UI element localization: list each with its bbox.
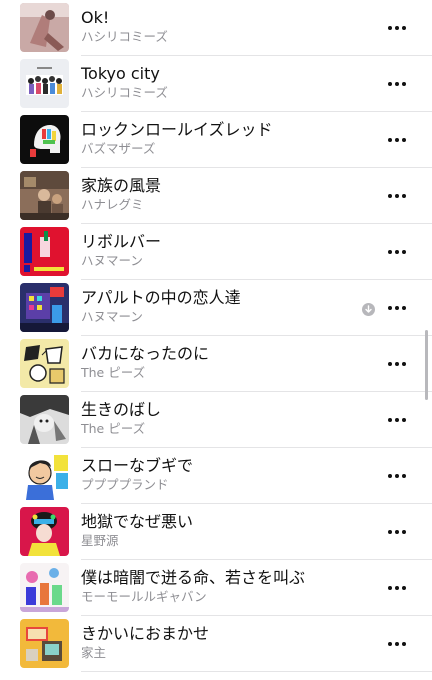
album-art [20, 507, 69, 556]
album-art [20, 171, 69, 220]
more-icon[interactable] [382, 408, 412, 432]
album-art [20, 227, 69, 276]
album-art [20, 395, 69, 444]
song-row[interactable]: きかいにおまかせ 家主 [0, 616, 432, 672]
song-title: 家族の風景 [81, 176, 162, 195]
song-title: リボルバー [81, 232, 162, 251]
album-art [20, 563, 69, 612]
album-art [20, 339, 69, 388]
song-title: ロックンロールイズレッド [81, 120, 273, 139]
song-artist: ププププランド [81, 477, 169, 492]
song-artist: 星野源 [81, 533, 119, 548]
song-row[interactable]: 家族の風景 ハナレグミ [0, 168, 432, 224]
song-title: きかいにおまかせ [81, 624, 210, 643]
song-row[interactable]: スローなブギで ププププランド [0, 448, 432, 504]
song-artist: The ピーズ [81, 421, 146, 436]
song-row[interactable]: アパルトの中の恋人達 ハヌマーン [0, 280, 432, 336]
more-icon[interactable] [382, 632, 412, 656]
song-title: 僕は暗闇で迸る命、若さを叫ぶ [81, 568, 306, 587]
song-artist: ハシリコミーズ [81, 29, 168, 44]
song-artist: ハシリコミーズ [81, 85, 168, 100]
song-row[interactable]: 地獄でなぜ悪い 星野源 [0, 504, 432, 560]
song-artist: ハヌマーン [81, 309, 143, 324]
song-artist: モーモールルギャバン [81, 589, 207, 604]
more-icon[interactable] [382, 240, 412, 264]
more-icon[interactable] [382, 520, 412, 544]
song-row[interactable]: 生きのばし The ピーズ [0, 392, 432, 448]
more-icon[interactable] [382, 296, 412, 320]
song-artist: The ピーズ [81, 365, 146, 380]
scrollbar[interactable] [425, 330, 428, 400]
downloaded-icon [362, 301, 375, 316]
album-art [20, 619, 69, 668]
song-row[interactable]: バカになったのに The ピーズ [0, 336, 432, 392]
more-icon[interactable] [382, 576, 412, 600]
more-icon[interactable] [382, 16, 412, 40]
song-title: 生きのばし [81, 400, 162, 419]
song-list: Ok! ハシリコミーズ Tokyo city ハシリコミーズ ロックンロールイズ… [0, 0, 432, 680]
song-title: アパルトの中の恋人達 [81, 288, 241, 307]
album-art [20, 59, 69, 108]
more-icon[interactable] [382, 464, 412, 488]
album-art [20, 115, 69, 164]
song-artist: 家主 [81, 645, 107, 660]
album-art [20, 3, 69, 52]
song-artist: ハナレグミ [81, 197, 144, 212]
song-title: Ok! [81, 8, 110, 27]
more-icon[interactable] [382, 128, 412, 152]
song-title: 地獄でなぜ悪い [81, 512, 194, 531]
song-title: スローなブギで [81, 456, 194, 475]
song-row[interactable]: リボルバー ハヌマーン [0, 224, 432, 280]
song-row[interactable]: ロックンロールイズレッド バズマザーズ [0, 112, 432, 168]
row-divider [81, 671, 432, 672]
song-row[interactable]: Tokyo city ハシリコミーズ [0, 56, 432, 112]
song-row[interactable]: Ok! ハシリコミーズ [0, 0, 432, 56]
more-icon[interactable] [382, 72, 412, 96]
song-title: Tokyo city [81, 64, 160, 83]
song-artist: バズマザーズ [81, 141, 156, 156]
song-title: バカになったのに [81, 344, 210, 363]
album-art [20, 451, 69, 500]
song-row[interactable]: 僕は暗闇で迸る命、若さを叫ぶ モーモールルギャバン [0, 560, 432, 616]
more-icon[interactable] [382, 184, 412, 208]
song-artist: ハヌマーン [81, 253, 143, 268]
album-art [20, 283, 69, 332]
more-icon[interactable] [382, 352, 412, 376]
